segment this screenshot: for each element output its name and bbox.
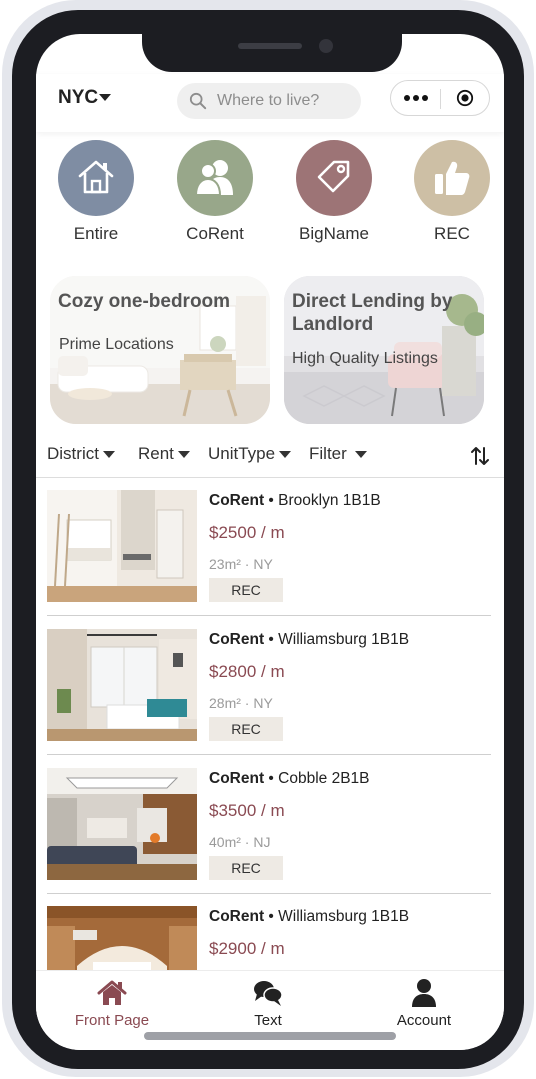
category-label: Entire: [73, 224, 119, 243]
top-bar: NYC Where to live?: [36, 74, 504, 132]
category-circle: [58, 140, 134, 216]
filter-bar: District Rent UnitType Filter: [36, 438, 504, 470]
listing-title: CoRent • Williamsburg 1B1B: [209, 631, 410, 648]
tag-icon: [317, 160, 350, 193]
tab-account[interactable]: Account: [364, 979, 484, 1029]
listing-brand: CoRent: [209, 770, 265, 787]
home-indicator: [144, 1032, 396, 1040]
tab-label: Account: [396, 1012, 452, 1029]
tab-label: Front Page: [74, 1012, 150, 1029]
listing-price: $2500 / m: [209, 523, 285, 542]
tab-front-page[interactable]: Front Page: [52, 979, 172, 1029]
person-icon: [412, 979, 436, 1007]
filter-district[interactable]: District: [47, 444, 115, 464]
front-camera: [319, 39, 333, 53]
close-target-icon[interactable]: [456, 89, 474, 107]
listing-photo: [47, 768, 197, 880]
listing-price: $3500 / m: [209, 801, 285, 820]
listing-brand: CoRent: [209, 908, 265, 925]
listing-title: CoRent • Williamsburg 1B1B: [209, 908, 410, 925]
listing-name: Cobble 2B1B: [278, 770, 370, 787]
listing-photo: [47, 490, 197, 602]
divider: [47, 754, 491, 755]
listing-title: CoRent • Cobble 2B1B: [209, 770, 370, 787]
listing-tag: REC: [209, 717, 283, 741]
house-icon: [78, 160, 114, 194]
more-dots-icon[interactable]: [403, 93, 429, 103]
caret-down-icon: [177, 451, 190, 459]
listing-brand: CoRent: [209, 492, 265, 509]
caret-down-icon: [279, 451, 292, 459]
caret-down-icon: [99, 94, 112, 102]
divider: [36, 477, 504, 478]
banner-title: Direct Lending by Landlord: [292, 291, 453, 335]
city-label: NYC: [58, 87, 99, 108]
listing-item[interactable]: CoRent • Cobble 2B1B $3500 / m 40m² · NJ…: [47, 768, 491, 906]
phone-notch: [142, 34, 402, 72]
category-label: REC: [434, 224, 470, 243]
banner-subtitle: Prime Locations: [59, 336, 174, 353]
caret-down-icon: [102, 451, 115, 459]
listing-price: $2900 / m: [209, 939, 285, 958]
banner-title: Cozy one-bedroom: [58, 291, 231, 312]
banner-cozy[interactable]: Cozy one-bedroom Prime Locations: [50, 276, 270, 424]
listing-photo: [47, 629, 197, 741]
banner-subtitle: High Quality Listings: [292, 350, 438, 367]
filter-label: UnitType: [208, 444, 276, 463]
banner-direct-lending[interactable]: Direct Lending by Landlord High Quality …: [284, 276, 484, 424]
listing-item[interactable]: CoRent • Brooklyn 1B1B $2500 / m 23m² · …: [47, 490, 491, 628]
category-entire[interactable]: Entire: [46, 140, 146, 244]
filter-label: Rent: [138, 444, 174, 463]
category-label: CoRent: [186, 224, 244, 243]
search-icon: [189, 92, 207, 110]
category-circle: [414, 140, 490, 216]
listing-meta: 23m² · NY: [209, 556, 273, 572]
category-corent[interactable]: CoRent: [165, 140, 265, 244]
listing-name: Brooklyn 1B1B: [278, 492, 381, 509]
thumbs-up-icon: [435, 161, 470, 195]
mini-program-capsule: [390, 80, 490, 116]
city-selector[interactable]: NYC: [58, 87, 112, 109]
filter-unit-type[interactable]: UnitType: [208, 444, 292, 464]
tab-text[interactable]: Text: [208, 979, 328, 1029]
category-circle: [177, 140, 253, 216]
filter-more[interactable]: Filter: [309, 444, 367, 464]
category-circle: [296, 140, 372, 216]
listing-name: Williamsburg 1B1B: [278, 631, 410, 648]
listing-name: Williamsburg 1B1B: [278, 908, 410, 925]
listing-brand: CoRent: [209, 631, 265, 648]
search-input[interactable]: Where to live?: [177, 83, 361, 119]
tab-label: Text: [254, 1012, 282, 1029]
category-label: BigName: [299, 224, 369, 243]
category-bigname[interactable]: BigName: [284, 140, 384, 244]
capsule-divider: [440, 89, 441, 109]
divider: [47, 615, 491, 616]
filter-label: District: [47, 444, 99, 463]
filter-rent[interactable]: Rent: [138, 444, 190, 464]
sort-icon[interactable]: [469, 445, 491, 467]
app-screen: NYC Where to live? Entire CoRent BigName…: [36, 34, 504, 1050]
listing-price: $2800 / m: [209, 662, 285, 681]
caret-down-icon: [354, 451, 367, 459]
listing-item[interactable]: CoRent • Williamsburg 1B1B $2800 / m 28m…: [47, 629, 491, 767]
category-rec[interactable]: REC: [402, 140, 502, 244]
search-placeholder: Where to live?: [217, 92, 320, 109]
home-icon: [97, 980, 127, 1005]
divider: [47, 893, 491, 894]
chat-icon: [254, 981, 283, 1006]
speaker-grille: [238, 43, 302, 49]
people-icon: [195, 160, 233, 196]
category-row: Entire CoRent BigName REC: [36, 140, 504, 250]
listing-title: CoRent • Brooklyn 1B1B: [209, 492, 381, 509]
listing-tag: REC: [209, 856, 283, 880]
listing-meta: 28m² · NY: [209, 695, 273, 711]
listing-meta: 40m² · NJ: [209, 834, 271, 850]
filter-label: Filter: [309, 444, 347, 463]
listing-tag: REC: [209, 578, 283, 602]
